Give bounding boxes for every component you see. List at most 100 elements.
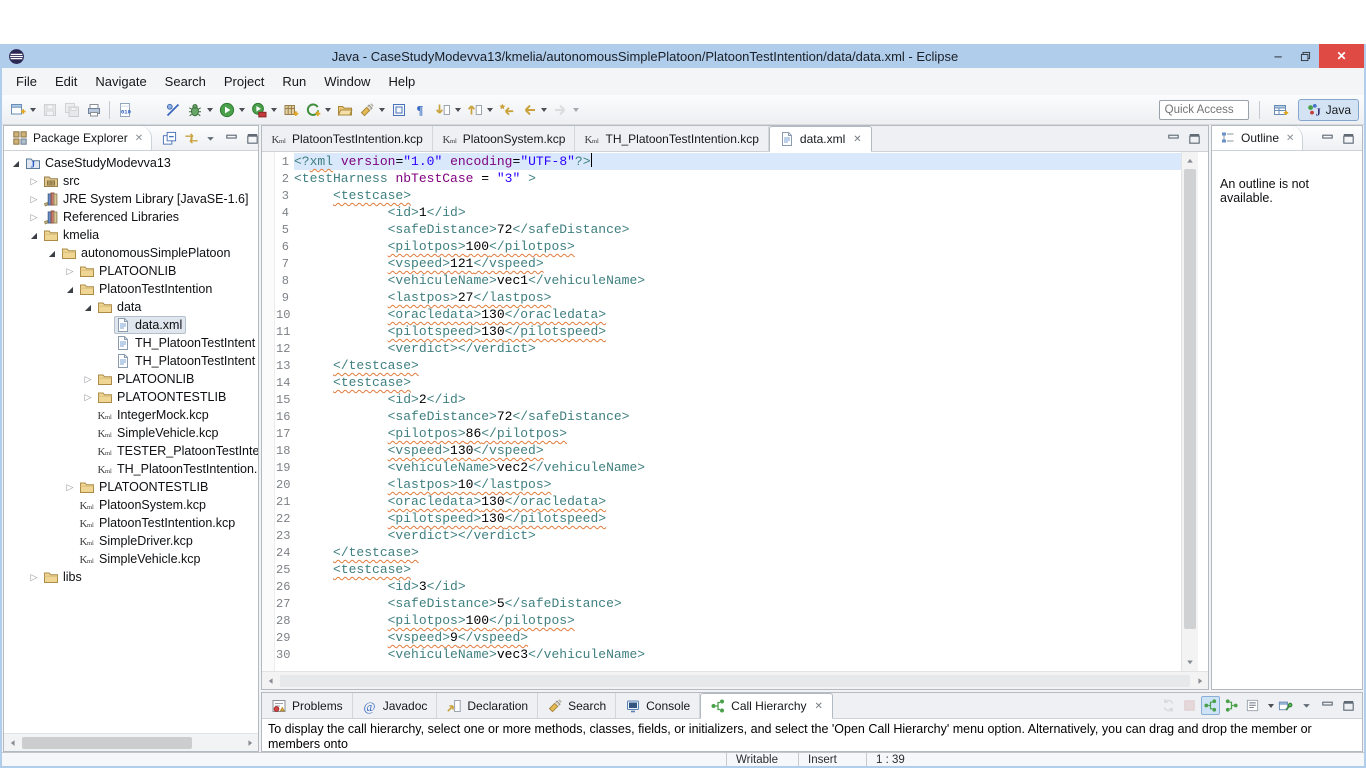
tab-call-hierarchy[interactable]: Call Hierarchy✕	[700, 693, 833, 719]
dropdown-arrow-icon[interactable]	[541, 108, 547, 112]
view-menu-button[interactable]	[201, 129, 220, 148]
twisty-collapsed-icon[interactable]: ▷	[26, 572, 42, 583]
tree-item-autonomoussimpleplatoon[interactable]: ◢autonomousSimplePlatoon	[4, 244, 258, 262]
menu-project[interactable]: Project	[215, 74, 273, 89]
code-editor[interactable]: 1<?xml version="1.0" encoding="UTF-8"?> 2…	[276, 153, 1181, 663]
dropdown-arrow-icon[interactable]	[239, 108, 245, 112]
show-caller-hierarchy-button[interactable]	[1201, 696, 1220, 715]
editor-vscrollbar[interactable]	[1181, 152, 1198, 671]
menu-edit[interactable]: Edit	[46, 74, 86, 89]
scroll-left-icon[interactable]	[4, 734, 21, 751]
minimize-view-button[interactable]	[222, 129, 241, 148]
twisty-collapsed-icon[interactable]: ▷	[26, 212, 42, 223]
code-line-13[interactable]: 13 </testcase>	[276, 357, 1181, 374]
editor-hscrollbar[interactable]	[262, 671, 1208, 689]
code-line-26[interactable]: 26 <id>3</id>	[276, 578, 1181, 595]
code-line-19[interactable]: 19 <vehiculeName>vec2</vehiculeName>	[276, 459, 1181, 476]
tree-item-casestudymodevva13[interactable]: ◢JCaseStudyModevva13	[4, 154, 258, 172]
twisty-expanded-icon[interactable]: ◢	[44, 249, 60, 258]
tree-item-platoonlib[interactable]: ▷PLATOONLIB	[4, 262, 258, 280]
maximize-editor-button[interactable]	[1185, 129, 1204, 148]
dropdown-arrow-icon[interactable]	[30, 108, 36, 112]
editor-tab-platoontestintention-kcp[interactable]: KmlPlatoonTestIntention.kcp	[262, 126, 433, 151]
code-line-8[interactable]: 8 <vehiculeName>vec1</vehiculeName>	[276, 272, 1181, 289]
editor-tab-data-xml[interactable]: data.xml✕	[769, 126, 872, 152]
editor-tab-platoonsystem-kcp[interactable]: KmlPlatoonSystem.kcp	[433, 126, 576, 151]
collapse-all-button[interactable]	[160, 129, 179, 148]
minimize-view-button[interactable]	[1318, 696, 1337, 715]
code-line-23[interactable]: 23 <verdict></verdict>	[276, 527, 1181, 544]
debug-button[interactable]	[184, 98, 216, 122]
code-line-9[interactable]: 9 <lastpos>27</lastpos>	[276, 289, 1181, 306]
dropdown-arrow-icon[interactable]	[379, 108, 385, 112]
last-edit-location-button[interactable]	[496, 98, 518, 122]
new-java-project-button[interactable]	[280, 98, 302, 122]
menu-file[interactable]: File	[7, 74, 46, 89]
vscroll-thumb[interactable]	[1184, 169, 1196, 629]
twisty-expanded-icon[interactable]: ◢	[80, 303, 96, 312]
code-line-24[interactable]: 24 </testcase>	[276, 544, 1181, 561]
skip-breakpoints-button[interactable]	[162, 98, 184, 122]
tree-item-platoonsystem-kcp[interactable]: KmlPlatoonSystem.kcp	[4, 496, 258, 514]
link-with-editor-button[interactable]	[182, 129, 201, 148]
next-annotation-button[interactable]	[432, 98, 464, 122]
java-perspective-button[interactable]: J Java	[1298, 99, 1359, 121]
menu-help[interactable]: Help	[379, 74, 424, 89]
maximize-view-button[interactable]	[1339, 696, 1358, 715]
close-tab-icon[interactable]: ✕	[815, 701, 823, 712]
code-line-10[interactable]: 10 <oracledata>130</oracledata>	[276, 306, 1181, 323]
menu-search[interactable]: Search	[156, 74, 215, 89]
code-line-25[interactable]: 25 <testcase>	[276, 561, 1181, 578]
scroll-right-icon[interactable]	[241, 734, 258, 751]
menu-window[interactable]: Window	[315, 74, 379, 89]
twisty-collapsed-icon[interactable]: ▷	[62, 266, 78, 277]
tree-item-tester-platoontestinten[interactable]: KmlTESTER_PlatoonTestInten	[4, 442, 258, 460]
twisty-collapsed-icon[interactable]: ▷	[26, 176, 42, 187]
code-line-11[interactable]: 11 <pilotspeed>130</pilotspeed>	[276, 323, 1181, 340]
tree-item-kmelia[interactable]: ◢kmelia	[4, 226, 258, 244]
print-button[interactable]	[83, 98, 105, 122]
close-button[interactable]: ✕	[1319, 44, 1364, 68]
tree-item-jre-system-library-javase-1-6[interactable]: ▷JRE System Library [JavaSE-1.6]	[4, 190, 258, 208]
tab-search[interactable]: Search	[538, 693, 616, 718]
tree-item-platoontestintention[interactable]: ◢PlatoonTestIntention	[4, 280, 258, 298]
hscroll-thumb[interactable]	[22, 737, 192, 749]
twisty-expanded-icon[interactable]: ◢	[26, 231, 42, 240]
dropdown-arrow-icon[interactable]	[573, 108, 579, 112]
minimize-editor-button[interactable]	[1164, 129, 1183, 148]
tree-item-libs[interactable]: ▷libs	[4, 568, 258, 586]
code-line-29[interactable]: 29 <vspeed>9</vspeed>	[276, 629, 1181, 646]
code-line-5[interactable]: 5 <safeDistance>72</safeDistance>	[276, 221, 1181, 238]
previous-annotation-button[interactable]	[464, 98, 496, 122]
code-line-4[interactable]: 4 <id>1</id>	[276, 204, 1181, 221]
save-all-button[interactable]	[61, 98, 83, 122]
forward-button[interactable]	[550, 98, 582, 122]
refresh-view-button[interactable]	[1159, 696, 1178, 715]
dropdown-arrow-icon[interactable]	[271, 108, 277, 112]
close-icon[interactable]: ✕	[1286, 133, 1294, 144]
close-icon[interactable]: ✕	[135, 133, 143, 144]
tree-item-simplevehicle-kcp[interactable]: KmlSimpleVehicle.kcp	[4, 550, 258, 568]
dropdown-arrow-icon[interactable]	[487, 108, 493, 112]
tree-item-th-platoontestintent[interactable]: TH_PlatoonTestIntent	[4, 334, 258, 352]
restore-button[interactable]	[1292, 44, 1319, 68]
history-list-button[interactable]	[1243, 696, 1262, 715]
code-line-21[interactable]: 21 <oracledata>130</oracledata>	[276, 493, 1181, 510]
menu-navigate[interactable]: Navigate	[86, 74, 155, 89]
tab-javadoc[interactable]: @Javadoc	[353, 693, 438, 718]
search-toolbar-button[interactable]	[356, 98, 388, 122]
open-perspective-button[interactable]	[1270, 98, 1292, 122]
quick-access-input[interactable]	[1159, 100, 1249, 120]
twisty-expanded-icon[interactable]: ◢	[62, 285, 78, 294]
twisty-collapsed-icon[interactable]: ▷	[62, 482, 78, 493]
dropdown-arrow-icon[interactable]	[455, 108, 461, 112]
code-line-28[interactable]: 28 <pilotpos>100</pilotpos>	[276, 612, 1181, 629]
code-line-3[interactable]: 3 <testcase>	[276, 187, 1181, 204]
pin-view-button[interactable]	[1276, 696, 1295, 715]
tree-item-data-xml[interactable]: data.xml	[4, 316, 258, 334]
code-line-22[interactable]: 22 <pilotspeed>130</pilotspeed>	[276, 510, 1181, 527]
close-tab-icon[interactable]: ✕	[853, 134, 861, 145]
maximize-view-button[interactable]	[1339, 129, 1358, 148]
code-line-1[interactable]: 1<?xml version="1.0" encoding="UTF-8"?>	[276, 153, 1181, 170]
tree-item-src[interactable]: ▷src	[4, 172, 258, 190]
